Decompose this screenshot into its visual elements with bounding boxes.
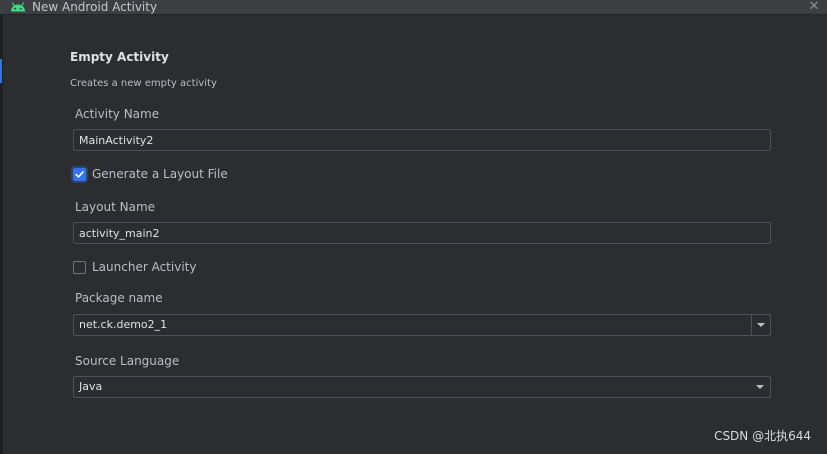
template-heading: Empty Activity [70, 50, 169, 64]
close-icon[interactable]: ✕ [807, 0, 821, 14]
activity-name-label: Activity Name [75, 107, 160, 121]
generate-layout-checkbox[interactable] [73, 167, 86, 181]
launcher-activity-checkbox[interactable] [73, 260, 86, 274]
check-icon [75, 170, 84, 178]
generate-layout-checkbox-row[interactable]: Generate a Layout File [73, 166, 228, 182]
package-name-value: net.ck.demo2_1 [79, 318, 168, 331]
layout-name-label: Layout Name [75, 200, 156, 214]
source-language-label: Source Language [75, 354, 180, 368]
chevron-down-icon [757, 323, 765, 327]
watermark: CSDN @北执644 [714, 429, 811, 443]
generate-layout-label: Generate a Layout File [92, 167, 228, 181]
selection-marker [0, 59, 2, 83]
source-language-value: Java [79, 380, 103, 393]
package-name-combo[interactable]: net.ck.demo2_1 [73, 314, 771, 336]
package-name-label: Package name [75, 291, 163, 305]
new-android-activity-dialog: New Android Activity ✕ Empty Activity Cr… [0, 0, 827, 454]
source-language-select[interactable]: Java [73, 376, 771, 398]
launcher-activity-checkbox-row[interactable]: Launcher Activity [73, 259, 196, 275]
template-description: Creates a new empty activity [70, 78, 217, 89]
launcher-activity-label: Launcher Activity [92, 260, 197, 274]
chevron-down-icon [756, 385, 764, 389]
source-language-dropdown-button[interactable] [751, 377, 770, 397]
form-panel: Empty Activity Creates a new empty activ… [3, 15, 827, 454]
layout-name-input[interactable] [73, 222, 771, 244]
package-name-dropdown-button[interactable] [751, 315, 770, 335]
window-title: New Android Activity [32, 0, 158, 14]
title-bar: New Android Activity ✕ [0, 0, 827, 15]
activity-name-input[interactable] [73, 129, 771, 151]
android-icon [11, 2, 25, 12]
